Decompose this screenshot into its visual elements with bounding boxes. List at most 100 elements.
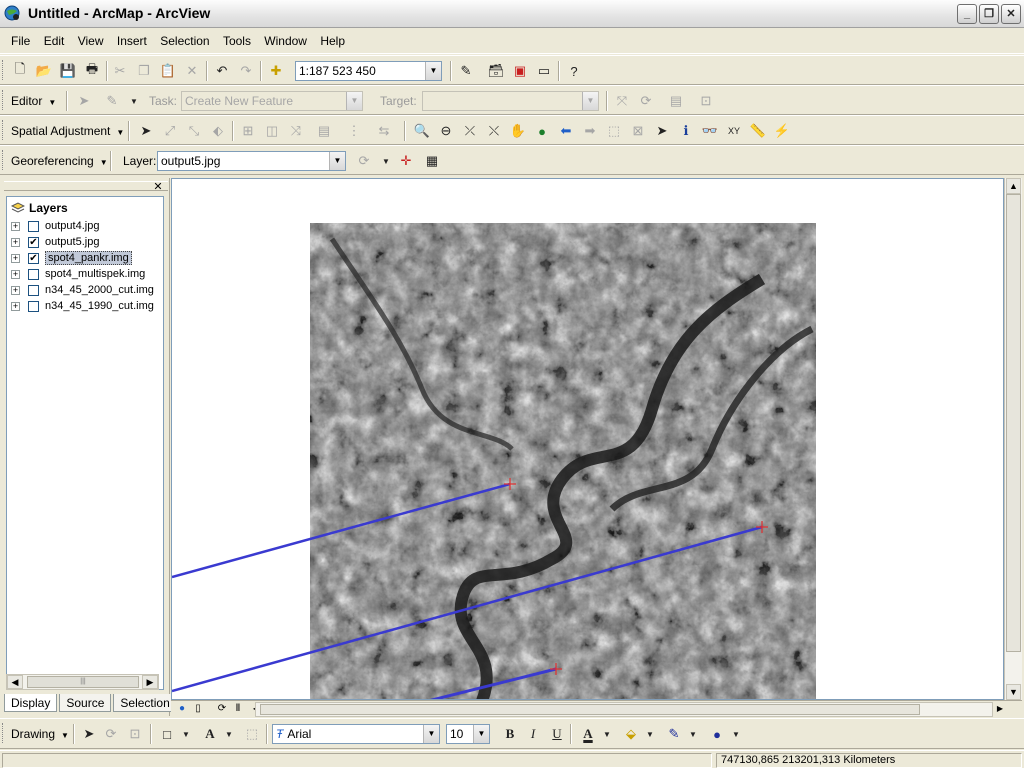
new-identity-link-icon[interactable]: ⊞ <box>238 121 258 141</box>
menu-insert[interactable]: Insert <box>114 29 150 48</box>
marker-color-dot-icon[interactable]: ● <box>707 724 727 744</box>
map-horizontal-scrollbar[interactable] <box>255 702 993 717</box>
print-icon[interactable]: 🖶 <box>82 61 102 81</box>
sketch-properties-icon[interactable]: ⊡ <box>696 91 716 111</box>
menu-window[interactable]: Window <box>261 29 310 48</box>
clear-limited-adjustment-icon[interactable]: ⤨ <box>286 121 306 141</box>
layer-visibility-checkbox[interactable]: ✔ <box>28 236 39 248</box>
menu-selection[interactable]: Selection <box>157 29 212 48</box>
select-features-icon[interactable]: ⬚ <box>604 121 624 141</box>
view-link-table-icon[interactable]: ▤ <box>314 121 334 141</box>
scroll-up-icon[interactable]: ▲ <box>1006 178 1021 194</box>
whats-this-help-icon[interactable]: ? <box>564 61 584 81</box>
redo-icon[interactable]: ↷ <box>236 61 256 81</box>
font-name-combo[interactable]: Ŧ Arial ▼ <box>272 724 440 744</box>
menu-view[interactable]: View <box>75 29 107 48</box>
italic-button[interactable]: I <box>523 724 543 744</box>
layer-visibility-checkbox[interactable] <box>28 300 39 312</box>
tab-display[interactable]: Display <box>4 694 58 712</box>
close-button[interactable]: ✕ <box>1001 4 1021 24</box>
chevron-down-icon[interactable]: ▼ <box>219 724 239 744</box>
delete-icon[interactable]: ✕ <box>182 61 202 81</box>
editor-toolbar-icon[interactable]: ✎ <box>456 61 476 81</box>
line-color-pen-icon[interactable]: ✎ <box>664 724 684 744</box>
save-icon[interactable]: 💾 <box>58 61 78 81</box>
clear-selection-icon[interactable]: ⊠ <box>628 121 648 141</box>
open-folder-icon[interactable]: 📂 <box>34 61 54 81</box>
forward-extent-arrow-icon[interactable]: ➡ <box>580 121 600 141</box>
text-tool-icon[interactable]: A <box>200 724 220 744</box>
editor-menu[interactable]: Editor ▼ <box>11 94 56 108</box>
map-vertical-scrollbar[interactable]: ▲ ▼ <box>1004 178 1022 700</box>
hyperlink-lightning-icon[interactable]: ⚡ <box>772 121 792 141</box>
refresh-view-icon[interactable]: ⟳ <box>215 702 229 716</box>
copy-icon[interactable]: ❐ <box>134 61 154 81</box>
chevron-down-icon[interactable]: ▼ <box>683 724 703 744</box>
scroll-thumb[interactable] <box>260 704 920 715</box>
layer-visibility-checkbox[interactable]: ✔ <box>28 252 39 264</box>
expand-icon[interactable]: + <box>11 269 20 279</box>
tab-source[interactable]: Source <box>59 694 112 712</box>
chevron-down-icon[interactable]: ▼ <box>124 91 144 111</box>
undo-icon[interactable]: ↶ <box>212 61 232 81</box>
cut-icon[interactable]: ✂ <box>110 61 130 81</box>
layout-view-page-icon[interactable]: ▯ <box>191 702 205 716</box>
back-extent-arrow-icon[interactable]: ⬅ <box>556 121 576 141</box>
chevron-down-icon[interactable]: ▼ <box>425 62 441 80</box>
toc-title-bar[interactable]: ✕ <box>4 181 168 193</box>
zoom-whole-page-icon[interactable]: ⊡ <box>125 724 145 744</box>
split-tool-icon[interactable]: ⤧ <box>612 91 632 111</box>
chevron-down-icon[interactable]: ▼ <box>597 724 617 744</box>
new-displacement-link-icon[interactable]: ⤢ <box>160 121 180 141</box>
scroll-right-icon[interactable]: ▶ <box>993 702 1007 716</box>
add-data-icon[interactable]: ✚ <box>266 61 286 81</box>
menu-tools[interactable]: Tools <box>220 29 254 48</box>
expand-icon[interactable]: + <box>11 253 20 263</box>
chevron-down-icon[interactable]: ▼ <box>376 151 396 171</box>
chevron-down-icon[interactable]: ▼ <box>346 92 362 110</box>
font-size-combo[interactable]: 10 ▼ <box>446 724 490 744</box>
add-control-points-icon[interactable]: ✛ <box>396 151 416 171</box>
task-combo[interactable]: Create New Feature ▼ <box>181 91 363 111</box>
font-color-button[interactable]: A <box>578 724 598 744</box>
view-link-table-icon[interactable]: ▦ <box>422 151 442 171</box>
full-extent-globe-icon[interactable]: ● <box>532 121 552 141</box>
go-to-xy-icon[interactable]: XY <box>724 121 744 141</box>
rotate-element-icon[interactable]: ⟳ <box>101 724 121 744</box>
fill-color-bucket-icon[interactable]: ⬙ <box>621 724 641 744</box>
edit-tool-icon[interactable]: ➤ <box>74 91 94 111</box>
sketch-tool-icon[interactable]: ✎ <box>102 91 122 111</box>
map-scale-combo[interactable]: 1:187 523 450 ▼ <box>295 61 442 81</box>
attributes-icon[interactable]: ▤ <box>666 91 686 111</box>
rectangle-tool-icon[interactable]: □ <box>157 724 177 744</box>
chevron-down-icon[interactable]: ▼ <box>176 724 196 744</box>
find-binoculars-icon[interactable]: 👓 <box>700 121 720 141</box>
command-line-icon[interactable]: ▭ <box>534 61 554 81</box>
menu-file[interactable]: File <box>8 29 33 48</box>
toc-layer-row[interactable]: + output4.jpg <box>11 218 99 234</box>
chevron-down-icon[interactable]: ▼ <box>582 92 598 110</box>
zoom-in-icon[interactable]: 🔍 <box>412 121 432 141</box>
identify-icon[interactable]: ℹ <box>676 121 696 141</box>
drawing-menu[interactable]: Drawing ▼ <box>11 727 69 741</box>
fixed-zoom-out-icon[interactable]: ⤬ <box>484 121 504 141</box>
scroll-down-icon[interactable]: ▼ <box>1006 684 1021 700</box>
select-elements-icon[interactable]: ➤ <box>79 724 99 744</box>
chevron-down-icon[interactable]: ▼ <box>423 725 439 743</box>
chevron-down-icon[interactable]: ▼ <box>473 725 489 743</box>
edge-match-icon[interactable]: ⋮ <box>344 121 364 141</box>
toc-layer-row[interactable]: + n34_45_1990_cut.img <box>11 298 154 314</box>
new-document-icon[interactable]: 🗋 <box>10 61 30 81</box>
toc-layer-row[interactable]: + ✔ output5.jpg <box>11 234 99 250</box>
chevron-down-icon[interactable]: ▼ <box>640 724 660 744</box>
modify-link-icon[interactable]: ⤡ <box>184 121 204 141</box>
georef-layer-combo[interactable]: output5.jpg ▼ <box>157 151 346 171</box>
target-combo[interactable]: ▼ <box>422 91 599 111</box>
toc-horizontal-scrollbar[interactable]: ◀ ||| ▶ <box>6 674 159 690</box>
underline-button[interactable]: U <box>547 724 567 744</box>
tab-selection[interactable]: Selection <box>113 694 177 712</box>
bold-button[interactable]: B <box>500 724 520 744</box>
expand-icon[interactable]: + <box>11 301 20 311</box>
new-limited-adjustment-icon[interactable]: ◫ <box>262 121 282 141</box>
expand-icon[interactable]: + <box>11 285 20 295</box>
